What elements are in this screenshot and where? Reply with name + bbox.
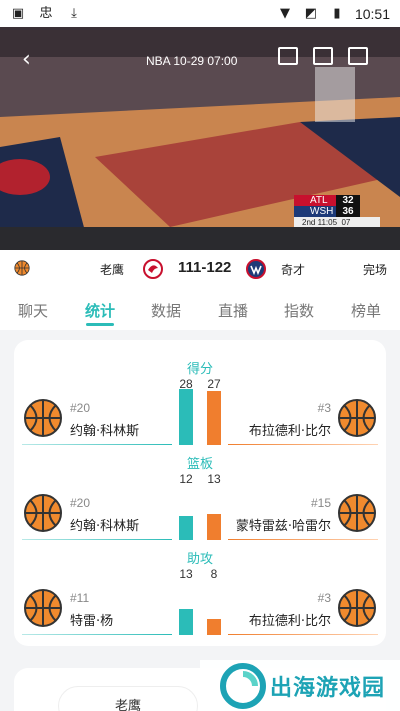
away-stat-bar — [207, 391, 221, 445]
tab-stats[interactable]: 统计 — [85, 300, 115, 321]
match-score-row: 老鹰 111-122 奇才 完场 — [0, 250, 400, 288]
home-player-number: #11 — [70, 591, 90, 605]
home-player-number: #20 — [70, 401, 91, 415]
back-icon[interactable]: ‹ — [22, 47, 31, 72]
scorebug-team2: WSH — [294, 206, 336, 217]
match-status: 完场 — [363, 263, 388, 277]
basketball-icon — [338, 399, 376, 437]
no-signal-icon: ◩ — [304, 6, 318, 21]
scorebug-score2: 36 — [336, 206, 360, 217]
home-team-name: 老鹰 — [100, 263, 125, 277]
tab-data[interactable]: 数据 — [151, 300, 181, 321]
away-stat-bar — [207, 619, 221, 635]
away-stat-value: 27 — [207, 377, 221, 391]
home-player-name: 特雷·杨 — [70, 614, 114, 629]
away-player-name: 布拉德利·比尔 — [248, 614, 331, 629]
home-divider — [22, 634, 172, 635]
tab-chat[interactable]: 聊天 — [18, 300, 48, 321]
away-player-number: #3 — [317, 591, 331, 605]
stat-title: 得分 — [186, 362, 213, 377]
home-stat-value: 13 — [179, 567, 193, 581]
away-player-name: 布拉德利·比尔 — [248, 424, 331, 439]
basketball-icon — [338, 589, 376, 627]
status-bar: ▣ 忠 ⤓ ▼ ◩ ▮ 10:51 — [0, 0, 400, 27]
away-divider — [228, 444, 378, 445]
away-divider — [228, 634, 378, 635]
scorebug-quarter: 2nd — [302, 217, 316, 227]
home-player-name: 约翰·科林斯 — [70, 519, 140, 534]
watermark: 出海游戏园 — [200, 660, 400, 711]
battery-icon: ▮ — [333, 6, 341, 21]
home-divider — [22, 444, 172, 445]
leaders-stats-card: 得分 28 27 #20 约翰·科林斯 #3 布拉德利·比尔 篮板 12 13 … — [14, 340, 386, 646]
scorebug: ATL 32 WSH 36 2nd 11:05 07 — [294, 195, 380, 229]
wizards-logo-icon — [246, 259, 266, 279]
basketball-icon — [24, 494, 62, 532]
tab-bar: 聊天 统计 数据 直播 指数 榜单 — [0, 288, 400, 330]
basketball-icon — [14, 260, 30, 276]
basketball-icon — [24, 399, 62, 437]
screenshot-icon[interactable] — [313, 47, 333, 65]
hawks-logo-icon — [143, 259, 163, 279]
video-title: NBA 10-29 07:00 — [146, 54, 238, 68]
stat-title: 助攻 — [186, 552, 213, 567]
tab-live[interactable]: 直播 — [218, 300, 248, 321]
home-player-name: 约翰·科林斯 — [70, 424, 140, 439]
video-player[interactable]: ‹ NBA 10-29 07:00 ATL 32 WSH 36 2nd 11:05 … — [0, 27, 400, 250]
basketball-icon — [24, 589, 62, 627]
gallery-icon: ▣ — [11, 6, 25, 21]
home-player-number: #20 — [70, 496, 91, 510]
away-player-number: #15 — [310, 496, 331, 510]
home-divider — [22, 539, 172, 540]
match-score: 111-122 — [178, 259, 232, 276]
away-stat-value: 8 — [210, 567, 218, 581]
home-stat-value: 12 — [179, 472, 193, 486]
home-stat-bar — [179, 389, 193, 445]
basketball-icon — [338, 494, 376, 532]
app-icon: 忠 — [39, 6, 53, 21]
wifi-icon: ▼ — [279, 6, 290, 21]
scorebug-score1: 32 — [336, 195, 360, 206]
away-stat-value: 13 — [207, 472, 221, 486]
cast-icon[interactable] — [278, 47, 298, 65]
away-divider — [228, 539, 378, 540]
away-stat-bar — [207, 514, 221, 540]
away-player-number: #3 — [317, 401, 331, 415]
tab-odds[interactable]: 指数 — [284, 300, 314, 321]
scorebug-team1: ATL — [294, 195, 336, 206]
watermark-logo-icon — [220, 662, 266, 709]
stat-title: 篮板 — [186, 457, 213, 472]
download-icon: ⤓ — [71, 6, 77, 21]
home-stat-bar — [179, 609, 193, 635]
tab-rankings[interactable]: 榜单 — [351, 300, 381, 321]
away-team-name: 奇才 — [281, 263, 306, 277]
team-pill-home[interactable]: 老鹰 — [58, 686, 198, 711]
watermark-text: 出海游戏园 — [270, 675, 386, 701]
tab-active-indicator — [86, 323, 114, 326]
scorebug-shot-clock: 07 — [341, 217, 351, 227]
status-time: 10:51 — [354, 5, 390, 22]
away-player-name: 蒙特雷兹·哈雷尔 — [235, 519, 331, 534]
share-icon[interactable] — [348, 47, 368, 65]
scorebug-clock: 11:05 — [317, 217, 338, 227]
home-stat-bar — [179, 516, 193, 540]
